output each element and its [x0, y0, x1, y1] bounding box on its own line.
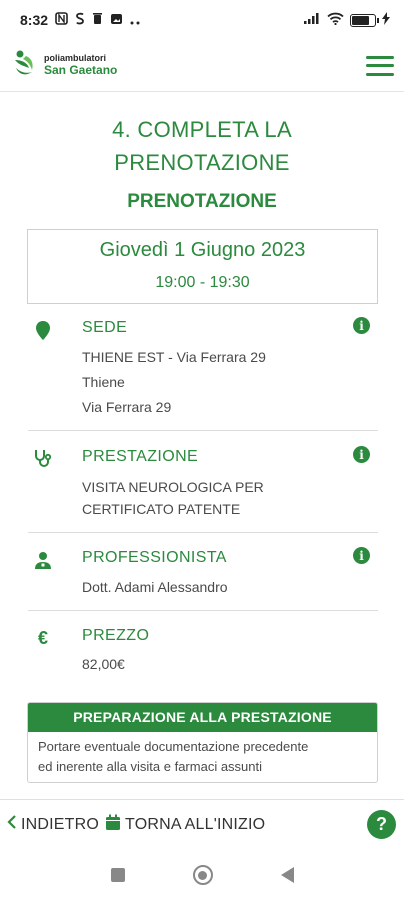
preparazione-body: Portare eventuale documentazione precede…: [28, 732, 377, 782]
status-time: 8:32: [20, 12, 49, 28]
main-content: 4. COMPLETA LA PRENOTAZIONE PRENOTAZIONE…: [0, 93, 404, 793]
back-button[interactable]: INDIETRO: [6, 814, 99, 835]
restart-button[interactable]: TORNA ALL'INIZIO: [105, 814, 265, 836]
wifi-icon: [327, 12, 344, 28]
prestazione-line: CERTIFICATO PATENTE: [82, 501, 241, 517]
prezzo-title: PREZZO: [82, 627, 150, 644]
nfc-icon: [55, 12, 68, 28]
location-pin-icon: [33, 319, 53, 341]
euro-icon: €: [37, 627, 48, 648]
prezzo-value: 82,00€: [82, 656, 125, 672]
appointment-time: 19:00 - 19:30: [155, 274, 250, 291]
preparazione-title: PREPARAZIONE ALLA PRESTAZIONE: [28, 703, 377, 732]
status-right: [303, 12, 390, 28]
prestazione-info-icon[interactable]: i: [353, 446, 370, 463]
chevron-left-icon: [6, 814, 18, 835]
status-left: 8:32: [20, 12, 142, 28]
back-label: INDIETRO: [21, 815, 100, 833]
restart-label: TORNA ALL'INIZIO: [125, 815, 266, 833]
professionista-info-icon[interactable]: i: [353, 547, 370, 564]
app-header: poliambulatori San Gaetano: [0, 40, 404, 92]
preparazione-box: PREPARAZIONE ALLA PRESTAZIONE Portare ev…: [27, 702, 378, 783]
prestazione-lines: VISITA NEUROLOGICA PER CERTIFICATO PATEN…: [82, 476, 264, 520]
sede-section: SEDE i THIENE EST - Via Ferrara 29 Thien…: [28, 317, 378, 431]
sede-line: THIENE EST - Via Ferrara 29: [82, 349, 266, 365]
preparazione-line: ed inerente alla visita e farmaci assunt…: [38, 759, 263, 774]
status-bar: 8:32: [0, 0, 404, 40]
professionista-title: PROFESSIONISTA: [82, 549, 227, 566]
sede-info-icon[interactable]: i: [353, 317, 370, 334]
page-title-line1: 4. COMPLETA LA: [112, 117, 292, 142]
home-icon[interactable]: [192, 865, 213, 885]
help-button[interactable]: ?: [367, 810, 396, 839]
doctor-icon: [33, 549, 53, 571]
charging-icon: [382, 12, 390, 28]
prestazione-section: PRESTAZIONE i VISITA NEUROLOGICA PER CER…: [28, 446, 378, 533]
appointment-box: Giovedì 1 Giugno 2023 19:00 - 19:30: [27, 229, 378, 304]
prezzo-section: € PREZZO 82,00€: [28, 627, 378, 687]
appointment-date: Giovedì 1 Giugno 2023: [99, 239, 306, 261]
sede-line: Via Ferrara 29: [82, 399, 172, 415]
logo-icon: [12, 48, 40, 83]
logo-text: poliambulatori San Gaetano: [44, 54, 117, 76]
trash-icon: [92, 12, 103, 28]
more-dots-icon: [130, 12, 142, 28]
sede-line: Thiene: [82, 374, 125, 390]
sede-title: SEDE: [82, 319, 128, 336]
back-triangle-icon[interactable]: [280, 867, 294, 883]
preparazione-line: Portare eventuale documentazione precede…: [38, 739, 309, 754]
page-title-line2: PRENOTAZIONE: [114, 150, 290, 175]
battery-icon: [350, 13, 379, 27]
professionista-lines: Dott. Adami Alessandro: [82, 575, 228, 600]
page-title: 4. COMPLETA LA PRENOTAZIONE: [0, 113, 404, 179]
prestazione-line: VISITA NEUROLOGICA PER: [82, 479, 264, 495]
prestazione-title: PRESTAZIONE: [82, 448, 199, 465]
professionista-line: Dott. Adami Alessandro: [82, 579, 228, 595]
recent-apps-icon[interactable]: [110, 868, 125, 882]
s-icon: [75, 12, 85, 28]
android-nav-bar: [0, 850, 404, 900]
calendar-icon: [105, 814, 121, 836]
logo-line2: San Gaetano: [44, 62, 118, 77]
logo[interactable]: poliambulatori San Gaetano: [12, 48, 117, 83]
signal-icon: [303, 12, 321, 28]
bottom-nav: INDIETRO TORNA ALL'INIZIO ?: [0, 799, 404, 849]
prezzo-lines: 82,00€: [82, 652, 125, 677]
stethoscope-icon: [33, 448, 53, 470]
sede-lines: THIENE EST - Via Ferrara 29 Thiene Via F…: [82, 345, 266, 420]
gallery-icon: [110, 12, 123, 28]
hamburger-menu-icon[interactable]: [366, 54, 394, 78]
professionista-section: PROFESSIONISTA i Dott. Adami Alessandro: [28, 547, 378, 611]
section-title: PRENOTAZIONE: [127, 191, 277, 212]
